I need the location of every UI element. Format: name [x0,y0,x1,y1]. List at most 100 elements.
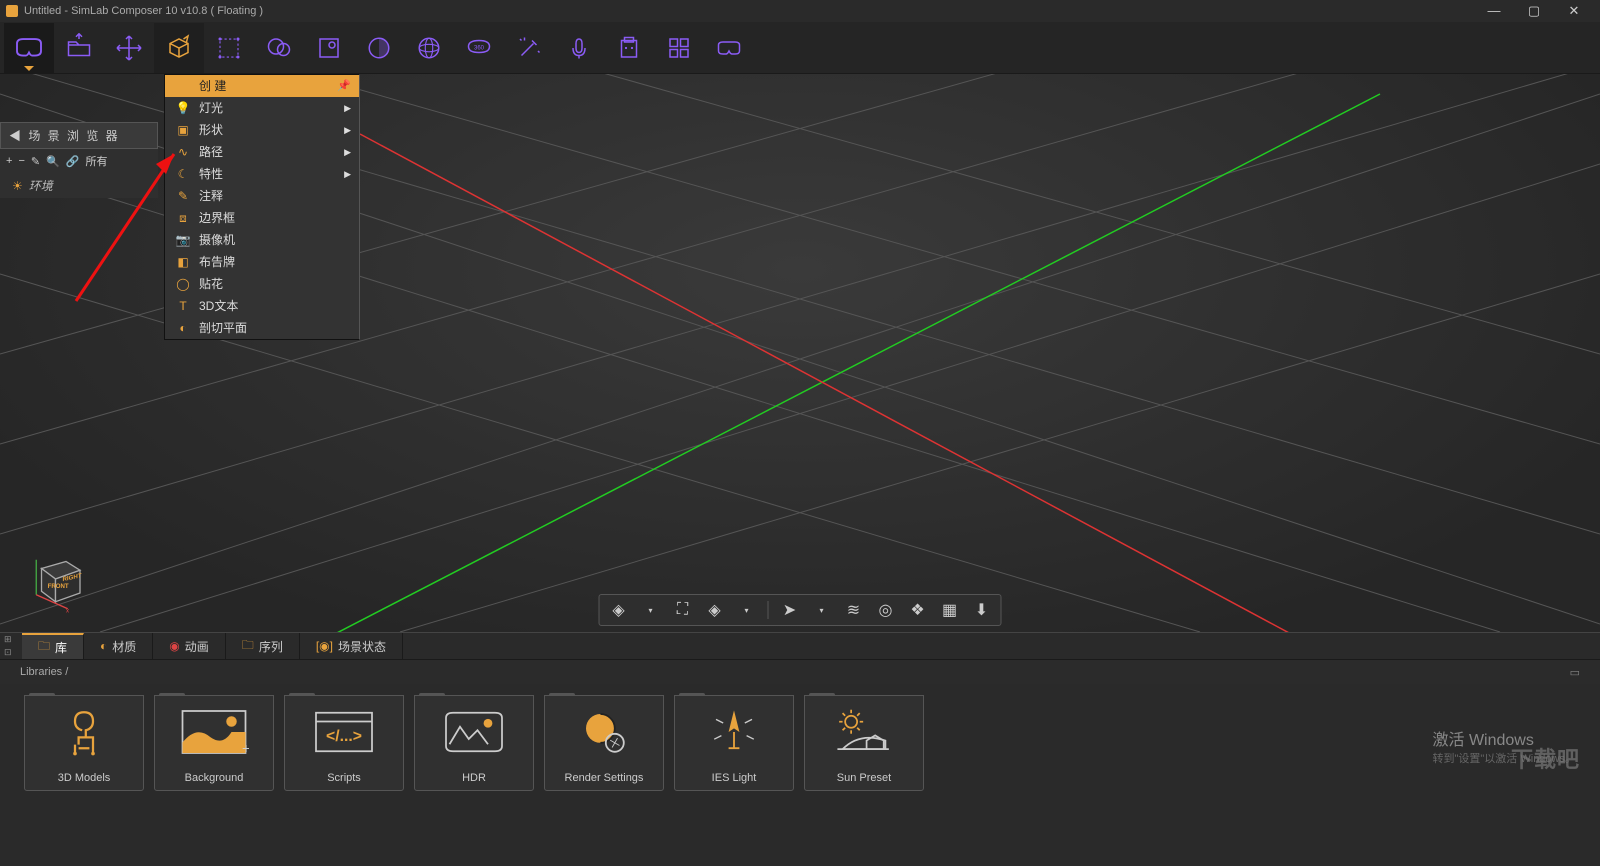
brand-watermark: 下载吧 [1511,742,1580,774]
submenu-arrow-icon: ▶ [344,166,351,182]
tab-icon: 🗀 [38,637,50,658]
tab-label: 库 [55,639,67,656]
panel-menu-icon[interactable]: ▭ [1570,666,1580,679]
menu-item-布告牌[interactable]: ◧布告牌 [165,251,359,273]
vp-chevron-icon[interactable]: ▾ [640,599,662,621]
vp-chevron3-icon[interactable]: ▾ [811,599,833,621]
toolbar-magic-button[interactable] [504,23,554,73]
toolbar-create-button[interactable] [154,23,204,73]
menu-item-特性[interactable]: ☾特性▶ [165,163,359,185]
tab-材质[interactable]: ◐材质 [84,633,153,659]
scene-browser-title[interactable]: ◀ 场 景 浏 览 器 [0,122,158,149]
menu-item-icon: ✎ [175,189,191,203]
menu-item-label: 摄像机 [199,232,235,248]
scene-item-environment[interactable]: ☀环境 [0,173,158,198]
menu-item-icon: ◧ [175,255,191,269]
vp-layers-icon[interactable]: ≋ [843,599,865,621]
toolbar-grid-button[interactable] [654,23,704,73]
menu-item-路径[interactable]: ∿路径▶ [165,141,359,163]
tab-库[interactable]: 🗀库 [22,633,84,659]
svg-text:x: x [66,607,69,614]
card-icon [57,696,111,768]
breadcrumb[interactable]: Libraries / [20,666,68,678]
toolbar-move-button[interactable] [104,23,154,73]
toolbar-materials-button[interactable] [254,23,304,73]
menu-item-创 建[interactable]: 创 建📌 [165,75,359,97]
toolbar-vr2-button[interactable] [704,23,754,73]
menu-item-注释[interactable]: ✎ 注释 [165,185,359,207]
menu-item-摄像机[interactable]: 📷摄像机 [165,229,359,251]
view-cube[interactable]: FRONT RIGHT x [24,544,94,614]
add-icon[interactable]: + [6,155,12,167]
vp-stack-icon[interactable]: ❖ [907,599,929,621]
vp-target-icon[interactable]: ◎ [875,599,897,621]
main-toolbar: 360 [0,22,1600,74]
menu-item-剖切平面[interactable]: ◐剖切平面 [165,317,359,339]
toolbar-contrast-button[interactable] [354,23,404,73]
maximize-button[interactable]: ▢ [1514,0,1554,22]
menu-item-label: 3D文本 [199,298,238,314]
toolbar-360-button[interactable]: 360 [454,23,504,73]
tab-icon: 🗀 [242,636,254,657]
vp-grid-icon[interactable]: ▦ [939,599,961,621]
svg-text:</...>: </...> [326,728,362,745]
card-label: Scripts [327,768,361,790]
library-card-scripts[interactable]: </...> Scripts [284,695,404,791]
library-card-render-settings[interactable]: Render Settings [544,695,664,791]
library-card-background[interactable]: +Background [154,695,274,791]
search-icon[interactable]: 🔍 [46,155,60,168]
menu-item-贴花[interactable]: ◯贴花 [165,273,359,295]
card-label: Render Settings [565,768,644,790]
card-icon [834,696,894,768]
window-title: Untitled - SimLab Composer 10 v10.8 ( Fl… [24,5,263,17]
menu-item-3D文本[interactable]: T3D文本 [165,295,359,317]
toolbar-select-button[interactable] [204,23,254,73]
vp-cube2-icon[interactable]: ◈ [704,599,726,621]
card-icon [439,696,509,768]
menu-item-icon: ▣ [175,123,191,137]
library-card-ies-light[interactable]: IES Light [674,695,794,791]
menu-item-形状[interactable]: ▣形状▶ [165,119,359,141]
scene-browser-tools: + − ✎ 🔍 🔗 所有 [0,149,158,173]
library-card-sun-preset[interactable]: Sun Preset [804,695,924,791]
wand-icon[interactable]: ✎ [31,155,40,168]
card-label: Sun Preset [837,768,891,790]
link-icon[interactable]: 🔗 [66,155,80,168]
menu-item-边界框[interactable]: ⧈边界框 [165,207,359,229]
minimize-button[interactable]: — [1474,0,1514,22]
close-button[interactable]: ✕ [1554,0,1594,22]
bottom-tabs-bar: ⊞⊡ 🗀库◐材质◉动画🗀序列[◉]场景状态 [0,632,1600,660]
tab-icon: [◉] [316,639,333,653]
menu-item-label: 注释 [199,188,223,204]
tabs-side-icons[interactable]: ⊞⊡ [4,633,22,659]
tab-label: 动画 [185,638,209,655]
menu-item-灯光[interactable]: 💡灯光▶ [165,97,359,119]
create-dropdown-menu: 创 建📌💡灯光▶▣形状▶∿路径▶☾特性▶ ✎ 注释 ⧈边界框📷摄像机◧布告牌◯贴花T3… [164,74,360,340]
submenu-arrow-icon: ▶ [344,100,351,116]
toolbar-render-button[interactable] [304,23,354,73]
library-card-hdr[interactable]: HDR [414,695,534,791]
card-icon: + [179,696,249,768]
toolbar-clipboard-button[interactable] [604,23,654,73]
subtract-icon[interactable]: − [18,155,24,167]
card-label: IES Light [712,768,757,790]
toolbar-globe-button[interactable] [404,23,454,73]
card-icon: </...> [309,696,379,768]
tab-序列[interactable]: 🗀序列 [226,633,300,659]
tab-label: 材质 [112,638,136,655]
toolbar-open-button[interactable] [54,23,104,73]
tab-动画[interactable]: ◉动画 [153,633,226,659]
toolbar-vr-button[interactable] [4,23,54,73]
vp-cursor-icon[interactable]: ➤ [779,599,801,621]
vp-cube1-icon[interactable]: ◈ [608,599,630,621]
library-card-3d-models[interactable]: 3D Models [24,695,144,791]
vp-focus-icon[interactable]: ⛶ [672,599,694,621]
toolbar-mic-button[interactable] [554,23,604,73]
vp-chevron2-icon[interactable]: ▾ [736,599,758,621]
card-icon [707,696,761,768]
menu-item-icon: ⧈ [175,211,191,225]
tab-场景状态[interactable]: [◉]场景状态 [300,633,403,659]
menu-item-label: 路径 [199,144,223,160]
filter-label[interactable]: 所有 [86,153,108,169]
vp-download-icon[interactable]: ⬇ [971,599,993,621]
